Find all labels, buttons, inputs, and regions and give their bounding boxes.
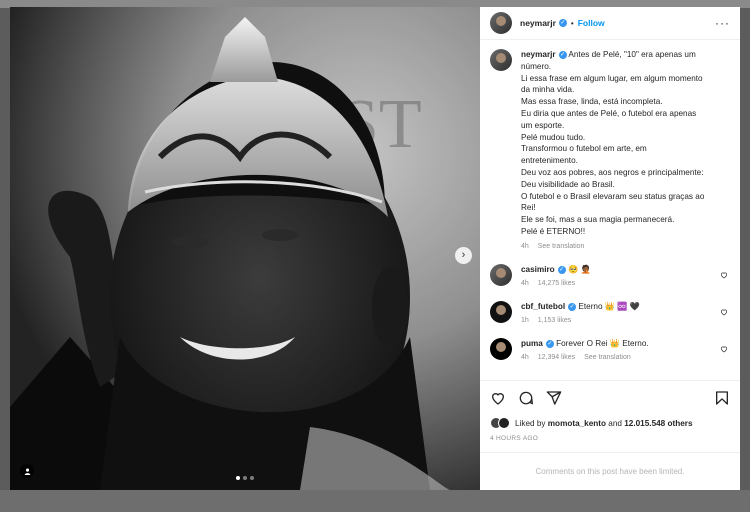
caption-line: Ele se foi, mas a sua magia permanecerá. bbox=[521, 215, 675, 225]
next-image-button[interactable]: › bbox=[455, 247, 472, 264]
comment-likes[interactable]: 14,275 likes bbox=[538, 280, 575, 287]
likes-count[interactable]: 12.015.548 others bbox=[624, 419, 692, 428]
caption-line: Antes de Pelé, "10" era apenas um bbox=[568, 50, 696, 59]
bookmark-icon[interactable] bbox=[714, 390, 730, 406]
caption-line: da minha vida. bbox=[521, 85, 575, 95]
comment-text: Forever O Rei 👑 Eterno. bbox=[556, 338, 649, 348]
caption-line: Deu voz aos pobres, aos negros e princip… bbox=[521, 167, 704, 177]
verified-badge-icon: ✓ bbox=[545, 339, 554, 348]
caption-line: Pelé é ETERNO!! bbox=[521, 226, 586, 236]
comment-item: puma ✓ Forever O Rei 👑 Eterno. 4h 12,394 … bbox=[490, 337, 730, 361]
verified-badge-icon: ✓ bbox=[568, 302, 577, 311]
more-options-icon[interactable]: ··· bbox=[715, 16, 730, 30]
avatar[interactable] bbox=[490, 337, 512, 360]
comment-text: Eterno 👑 ♾️ 🖤 bbox=[578, 301, 640, 311]
post-header: neymarjr ✓ • Follow ··· bbox=[480, 7, 740, 40]
avatar[interactable] bbox=[490, 263, 512, 286]
comment-username[interactable]: puma bbox=[521, 339, 543, 348]
caption-line: Rei! bbox=[521, 203, 536, 213]
caption-line: Eu diria que antes de Pelé, o futebol er… bbox=[521, 108, 697, 118]
see-translation-link[interactable]: See translation bbox=[584, 354, 631, 361]
post-caption: neymarjr ✓ Antes de Pelé, "10" era apenas… bbox=[490, 49, 730, 250]
caption-line: Deu visibilidade ao Brasil. bbox=[521, 179, 615, 189]
avatar[interactable] bbox=[490, 300, 512, 323]
avatar[interactable] bbox=[490, 12, 512, 34]
liked-by-prefix: Liked by bbox=[515, 418, 546, 428]
comments-section[interactable]: neymarjr ✓ Antes de Pelé, "10" era apenas… bbox=[480, 40, 740, 380]
carousel-dot-1 bbox=[236, 476, 240, 480]
comment-text: 🥺 🤦🏾 bbox=[567, 264, 591, 274]
separator: • bbox=[570, 18, 574, 28]
comment-like-icon[interactable] bbox=[720, 345, 728, 353]
comment-likes[interactable]: 12,394 likes bbox=[538, 354, 575, 361]
carousel-indicator bbox=[10, 476, 480, 480]
caption-line: Mas essa frase, linda, está incompleta. bbox=[521, 97, 663, 107]
comment-item: casimiro ✓ 🥺 🤦🏾 4h 14,275 likes bbox=[490, 263, 730, 287]
carousel-dot-3 bbox=[250, 476, 254, 480]
caption-line: Li essa frase em algum lugar, em algum m… bbox=[521, 73, 703, 83]
author-username[interactable]: neymarjr bbox=[520, 18, 556, 28]
comment-age[interactable]: 4h bbox=[521, 280, 529, 287]
comment-age[interactable]: 1h bbox=[521, 317, 529, 324]
likes-summary: Liked by momota_kento and 12.015.548 oth… bbox=[480, 414, 740, 432]
share-icon[interactable] bbox=[546, 390, 562, 406]
comment-icon[interactable] bbox=[518, 390, 534, 406]
post-actions bbox=[480, 380, 740, 414]
verified-badge-icon: ✓ bbox=[558, 19, 567, 27]
caption-line: Transformou o futebol em arte, em bbox=[521, 144, 647, 154]
page-backdrop-bottom bbox=[0, 490, 750, 512]
user-tag-icon bbox=[24, 468, 30, 475]
caption-line: Pelé mudou tudo. bbox=[521, 132, 586, 142]
avatar[interactable] bbox=[490, 49, 512, 71]
comments-limited-notice: Comments on this post have been limited. bbox=[480, 452, 740, 490]
post-modal: ST › neymarjr ✓ • Follow ··· neymarjr ✓ … bbox=[10, 7, 740, 490]
liked-by-user[interactable]: momota_kento bbox=[548, 419, 606, 428]
chevron-right-icon: › bbox=[461, 249, 466, 261]
post-timestamp[interactable]: 4 HOURS AGO bbox=[480, 432, 740, 452]
comment-like-icon[interactable] bbox=[720, 308, 728, 316]
post-photo: ST bbox=[10, 7, 480, 490]
post-media[interactable]: ST › bbox=[10, 7, 480, 490]
verified-badge-icon: ✓ bbox=[558, 50, 567, 59]
verified-badge-icon: ✓ bbox=[557, 265, 566, 274]
see-translation-link[interactable]: See translation bbox=[538, 243, 585, 250]
comment-age[interactable]: 4h bbox=[521, 354, 529, 361]
comment-username[interactable]: cbf_futebol bbox=[521, 302, 565, 311]
caption-line: O futebol e o Brasil elevaram seu status… bbox=[521, 191, 705, 201]
comment-likes[interactable]: 1,153 likes bbox=[538, 317, 571, 324]
caption-username[interactable]: neymarjr bbox=[521, 50, 556, 59]
carousel-dot-2 bbox=[243, 476, 247, 480]
caption-age[interactable]: 4h bbox=[521, 243, 529, 250]
follow-button[interactable]: Follow bbox=[578, 18, 605, 28]
caption-line: entretenimento. bbox=[521, 156, 578, 166]
comment-like-icon[interactable] bbox=[720, 271, 728, 279]
comment-item: cbf_futebol ✓ Eterno 👑 ♾️ 🖤 1h 1,153 like… bbox=[490, 300, 730, 324]
caption-line: um esporte. bbox=[521, 120, 565, 130]
heart-icon[interactable] bbox=[490, 390, 506, 406]
caption-line: número. bbox=[521, 61, 552, 71]
comment-username[interactable]: casimiro bbox=[521, 265, 555, 274]
liker-avatar bbox=[498, 417, 510, 429]
post-details-panel: neymarjr ✓ • Follow ··· neymarjr ✓ Antes … bbox=[480, 7, 740, 490]
liked-by-middle: and bbox=[608, 418, 622, 428]
